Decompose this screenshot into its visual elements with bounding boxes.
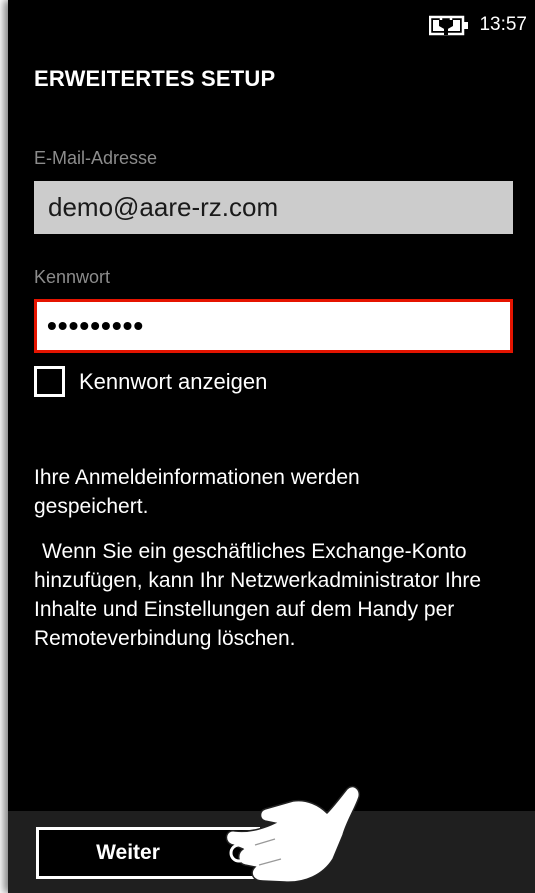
- show-password-option[interactable]: Kennwort anzeigen: [34, 366, 267, 397]
- status-bar: 13:57: [429, 14, 527, 36]
- show-password-checkbox[interactable]: [34, 366, 65, 397]
- email-field[interactable]: demo@aare-rz.com: [34, 181, 513, 234]
- pointing-hand-icon: [225, 785, 361, 883]
- info-saved-text: Ihre Anmeldeinformationen werden gespeic…: [34, 466, 360, 518]
- battery-charging-icon: [429, 15, 469, 36]
- password-label: Kennwort: [34, 267, 111, 287]
- password-field[interactable]: •••••••••: [34, 299, 513, 353]
- show-password-label: Kennwort anzeigen: [79, 368, 268, 394]
- email-label: E-Mail-Adresse: [34, 148, 158, 168]
- info-exchange-text: Wenn Sie ein geschäftliches Exchange-Kon…: [34, 540, 482, 650]
- clock: 13:57: [479, 14, 527, 35]
- page-title: ERWEITERTES SETUP: [34, 66, 276, 91]
- phone-screen: 13:57 ERWEITERTES SETUP E-Mail-Adresse d…: [8, 0, 535, 893]
